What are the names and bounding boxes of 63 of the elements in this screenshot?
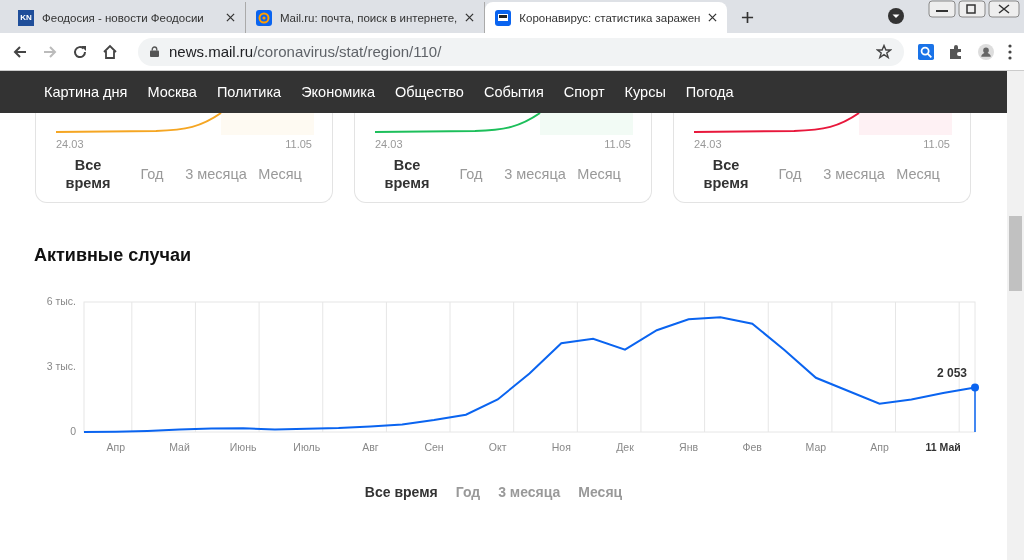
- end-date: 11.05: [285, 138, 312, 150]
- browser-tab[interactable]: Mail.ru: почта, поиск в интернете,: [246, 2, 486, 33]
- monitor-icon: [495, 9, 512, 26]
- close-icon[interactable]: [226, 13, 235, 22]
- nav-link[interactable]: Погода: [675, 84, 744, 100]
- nav-link[interactable]: Политика: [206, 84, 292, 100]
- end-date: 11.05: [604, 138, 631, 150]
- close-icon[interactable]: [465, 13, 475, 22]
- x-axis-label: Апр: [870, 441, 889, 453]
- y-axis-label: 0: [70, 425, 76, 437]
- bookmark-star-icon[interactable]: [876, 43, 892, 60]
- x-axis-label: Мар: [805, 441, 827, 453]
- close-icon[interactable]: [708, 13, 718, 22]
- x-axis-label: 11 Май: [925, 441, 961, 453]
- reload-icon[interactable]: [72, 43, 88, 60]
- x-axis-label: Май: [169, 441, 190, 453]
- scrollbar-thumb[interactable]: [1009, 216, 1022, 291]
- x-axis-label: Янв: [679, 441, 699, 453]
- browser-tab[interactable]: KN Феодосия - новости Феодосии: [8, 2, 246, 33]
- puzzle-icon[interactable]: [948, 43, 964, 60]
- nav-link[interactable]: Экономика: [291, 84, 385, 100]
- lock-icon: [150, 46, 159, 57]
- period-tab[interactable]: Все время: [694, 156, 758, 192]
- x-axis-label: Ноя: [551, 441, 571, 453]
- nav-link[interactable]: Москва: [137, 84, 207, 100]
- site-logo-icon: KN: [18, 9, 34, 26]
- scrollbar[interactable]: [1007, 71, 1024, 560]
- browser-tab[interactable]: Коронавирус: статистика заражен: [485, 2, 728, 33]
- address-bar[interactable]: news.mail.ru/coronavirus/stat/region/110/: [138, 37, 904, 66]
- nav-link[interactable]: Спорт: [553, 84, 615, 100]
- x-axis-label: Дек: [616, 441, 634, 453]
- x-axis-label: Апр: [106, 441, 126, 453]
- period-tab[interactable]: Все время: [56, 156, 120, 192]
- nav-link[interactable]: Картина дня: [34, 84, 138, 100]
- section-title: Активные случаи: [34, 245, 192, 266]
- start-date: 24.03: [56, 138, 84, 150]
- nav-link[interactable]: Курсы: [614, 84, 676, 100]
- y-axis-label: 6 тыс.: [46, 295, 76, 307]
- back-icon[interactable]: [12, 43, 28, 60]
- data-marker: [971, 383, 979, 433]
- search-icon[interactable]: [918, 43, 934, 60]
- home-icon[interactable]: [102, 43, 118, 60]
- x-axis-label: Сен: [424, 441, 444, 453]
- nav-link[interactable]: Общество: [385, 84, 474, 100]
- dropdown-icon[interactable]: [888, 8, 904, 24]
- x-axis-label: Авг: [362, 441, 379, 453]
- period-tab[interactable]: Все время: [375, 156, 439, 192]
- period-tab[interactable]: Все время: [364, 484, 438, 500]
- at-sign-icon: [256, 9, 272, 26]
- y-axis-label: 3 тыс.: [46, 360, 76, 372]
- profile-icon[interactable]: [978, 43, 994, 60]
- nav-link[interactable]: События: [473, 84, 554, 100]
- new-tab-icon[interactable]: [741, 11, 755, 24]
- end-date: 11.05: [923, 138, 950, 150]
- window-controls-icon[interactable]: [928, 0, 1020, 18]
- x-axis-label: Июнь: [229, 441, 257, 453]
- start-date: 24.03: [694, 138, 722, 150]
- value-label: 2 053: [936, 365, 967, 380]
- x-axis-label: Июль: [293, 441, 321, 453]
- x-axis-label: Окт: [488, 441, 507, 453]
- menu-icon[interactable]: [1008, 43, 1012, 60]
- x-axis-label: Фев: [742, 441, 762, 453]
- start-date: 24.03: [375, 138, 403, 150]
